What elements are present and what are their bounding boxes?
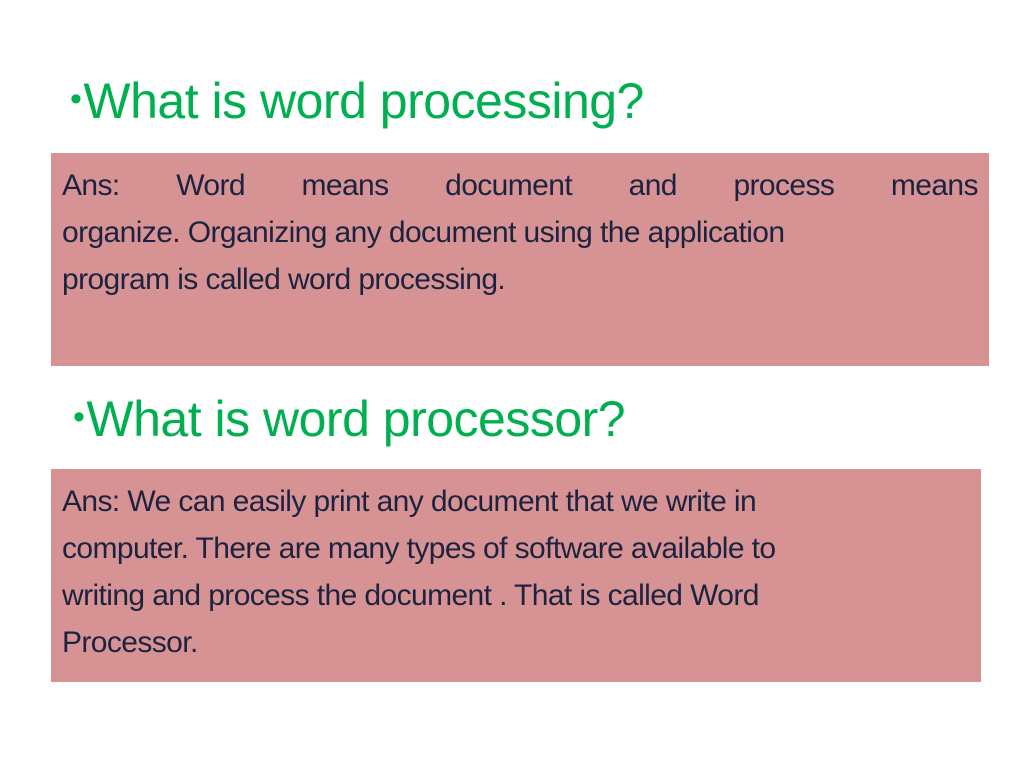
answer-line: computer. There are many types of softwa… [62, 532, 776, 565]
answer-box-2: Ans: We can easily print any document th… [51, 469, 981, 682]
question-heading-2: •What is word processor? [73, 391, 626, 447]
bullet-icon: • [73, 398, 85, 436]
answer-line: organize. Organizing any document using … [62, 216, 785, 249]
answer-word: and [628, 169, 678, 202]
question-heading-1: •What is word processing? [70, 76, 644, 126]
question-text: What is word processor? [86, 391, 626, 447]
answer-word: means [890, 169, 979, 202]
bullet-icon: • [70, 80, 82, 118]
answer-word: document [445, 169, 573, 202]
answer-word: means [301, 169, 390, 202]
answer-line: Processor. [62, 626, 198, 659]
answer-line: writing and process the document . That … [62, 579, 759, 612]
question-text: What is word processing? [83, 73, 644, 129]
answer-box-1: Ans: Word means document and process mea… [51, 153, 989, 366]
answer-line: program is called word processing. [62, 263, 506, 296]
answer-line: Ans: We can easily print any document th… [62, 485, 757, 518]
answer-word: Word [176, 169, 245, 202]
answer-word: process [733, 169, 835, 202]
answer-line: Ans: Word means document and process mea… [62, 162, 979, 209]
answer-word: Ans: [62, 169, 120, 202]
